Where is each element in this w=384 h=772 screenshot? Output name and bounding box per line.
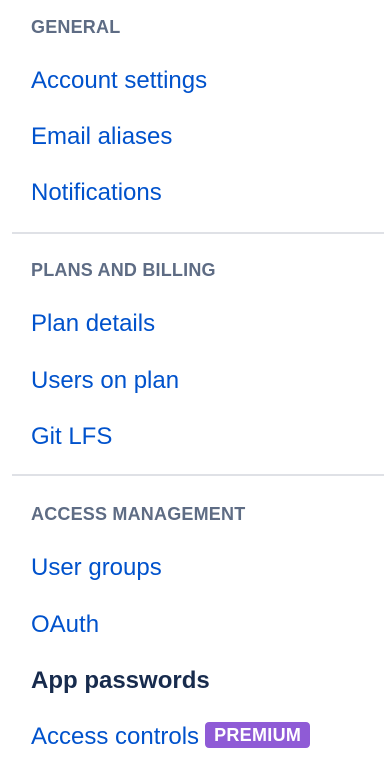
nav-link-notifications[interactable]: Notifications bbox=[31, 178, 162, 208]
nav-link-account-settings[interactable]: Account settings bbox=[31, 66, 207, 96]
settings-sidebar-nav: GENERAL Account settings Email aliases N… bbox=[0, 0, 384, 772]
section-heading-general: GENERAL bbox=[31, 17, 121, 37]
section-heading-plans-and-billing: PLANS AND BILLING bbox=[31, 260, 216, 280]
nav-link-users-on-plan[interactable]: Users on plan bbox=[31, 366, 179, 396]
section-divider bbox=[12, 474, 384, 476]
nav-link-oauth[interactable]: OAuth bbox=[31, 610, 99, 640]
nav-link-plan-details[interactable]: Plan details bbox=[31, 309, 155, 339]
section-heading-access-management: ACCESS MANAGEMENT bbox=[31, 504, 246, 524]
nav-link-user-groups[interactable]: User groups bbox=[31, 553, 162, 583]
nav-link-label: Access controls bbox=[31, 723, 200, 750]
nav-link-access-controls[interactable]: Access controls PREMIUM bbox=[31, 722, 311, 752]
nav-link-email-aliases[interactable]: Email aliases bbox=[31, 122, 172, 152]
nav-link-app-passwords[interactable]: App passwords bbox=[31, 666, 210, 696]
premium-badge: PREMIUM bbox=[205, 722, 311, 748]
section-divider bbox=[12, 232, 384, 234]
nav-link-git-lfs[interactable]: Git LFS bbox=[31, 422, 112, 452]
